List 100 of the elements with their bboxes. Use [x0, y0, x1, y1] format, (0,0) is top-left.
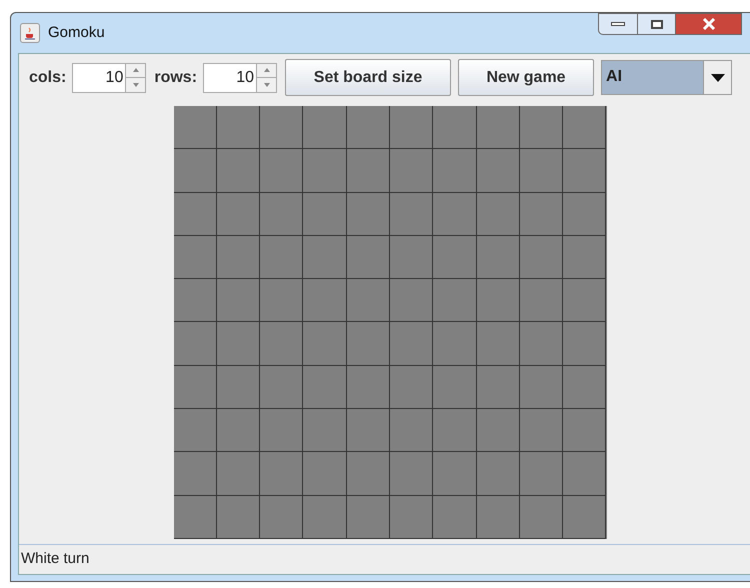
board-cell[interactable] [260, 409, 304, 452]
board-cell[interactable] [520, 149, 564, 193]
board-cell[interactable] [216, 366, 260, 410]
board-cell[interactable] [303, 279, 347, 322]
board-cell[interactable] [303, 452, 347, 496]
board-cell[interactable] [476, 452, 520, 496]
board-cell[interactable] [303, 496, 347, 539]
board-cell[interactable] [346, 366, 390, 410]
board-cell[interactable] [563, 409, 606, 452]
board-cell[interactable] [303, 192, 347, 236]
board-cell[interactable] [260, 279, 304, 322]
board-cell[interactable] [303, 366, 347, 410]
board-cell[interactable] [390, 192, 434, 236]
board-cell[interactable] [520, 236, 564, 280]
board-cell[interactable] [174, 192, 217, 236]
board-cell[interactable] [563, 322, 606, 366]
board-cell[interactable] [520, 192, 564, 236]
board-cell[interactable] [174, 106, 217, 150]
board-cell[interactable] [260, 106, 304, 150]
board-cell[interactable] [433, 279, 477, 322]
board-cell[interactable] [520, 279, 564, 322]
mode-dropdown[interactable]: AI [601, 60, 732, 95]
board-cell[interactable] [303, 106, 347, 150]
board-cell[interactable] [260, 322, 304, 366]
board-cell[interactable] [476, 496, 520, 539]
board-cell[interactable] [433, 496, 477, 539]
board-cell[interactable] [563, 236, 606, 280]
board-cell[interactable] [174, 149, 217, 193]
board-cell[interactable] [260, 452, 304, 496]
board-cell[interactable] [216, 452, 260, 496]
board-cell[interactable] [433, 452, 477, 496]
board-cell[interactable] [476, 322, 520, 366]
board-cell[interactable] [390, 279, 434, 322]
board-cell[interactable] [174, 366, 217, 410]
board-cell[interactable] [303, 322, 347, 366]
board-cell[interactable] [563, 192, 606, 236]
board-cell[interactable] [174, 279, 217, 322]
board-cell[interactable] [390, 106, 434, 150]
board-cell[interactable] [174, 496, 217, 539]
close-button[interactable] [676, 13, 742, 35]
board-cell[interactable] [390, 452, 434, 496]
board-cell[interactable] [433, 106, 477, 150]
board-cell[interactable] [433, 192, 477, 236]
board-cell[interactable] [346, 322, 390, 366]
board-cell[interactable] [216, 149, 260, 193]
board-cell[interactable] [390, 322, 434, 366]
board-cell[interactable] [433, 322, 477, 366]
board-cell[interactable] [476, 106, 520, 150]
toolbar-button[interactable]: New game [458, 59, 594, 96]
board-cell[interactable] [260, 496, 304, 539]
board-cell[interactable] [346, 279, 390, 322]
board-cell[interactable] [346, 192, 390, 236]
board-cell[interactable] [476, 366, 520, 410]
board-cell[interactable] [303, 149, 347, 193]
board-cell[interactable] [303, 409, 347, 452]
board-cell[interactable] [520, 409, 564, 452]
board-cell[interactable] [433, 149, 477, 193]
board-cell[interactable] [520, 106, 564, 150]
board-cell[interactable] [390, 236, 434, 280]
board-cell[interactable] [174, 236, 217, 280]
board-cell[interactable] [346, 409, 390, 452]
board-cell[interactable] [563, 279, 606, 322]
board-cell[interactable] [433, 236, 477, 280]
board-cell[interactable] [390, 409, 434, 452]
board-cell[interactable] [216, 409, 260, 452]
board-cell[interactable] [346, 106, 390, 150]
board-cell[interactable] [174, 322, 217, 366]
board-cell[interactable] [346, 236, 390, 280]
board-cell[interactable] [520, 322, 564, 366]
number-spinner[interactable]: 10 [203, 62, 278, 92]
board-cell[interactable] [563, 366, 606, 410]
board-cell[interactable] [520, 496, 564, 539]
board-cell[interactable] [520, 452, 564, 496]
board-cell[interactable] [260, 192, 304, 236]
board-cell[interactable] [476, 409, 520, 452]
maximize-button[interactable] [638, 13, 676, 35]
board-cell[interactable] [216, 496, 260, 539]
board-cell[interactable] [390, 149, 434, 193]
board-cell[interactable] [346, 149, 390, 193]
board-cell[interactable] [216, 236, 260, 280]
board-cell[interactable] [303, 236, 347, 280]
board-cell[interactable] [216, 322, 260, 366]
board-cell[interactable] [260, 366, 304, 410]
board-cell[interactable] [476, 192, 520, 236]
board-cell[interactable] [216, 106, 260, 150]
board-cell[interactable] [174, 409, 217, 452]
board-cell[interactable] [563, 452, 606, 496]
minimize-button[interactable] [598, 13, 638, 35]
board-cell[interactable] [563, 496, 606, 539]
board-cell[interactable] [476, 149, 520, 193]
toolbar-button[interactable]: Set board size [285, 59, 452, 96]
board-cell[interactable] [476, 279, 520, 322]
board-cell[interactable] [390, 366, 434, 410]
board-cell[interactable] [390, 496, 434, 539]
board-cell[interactable] [216, 192, 260, 236]
board-cell[interactable] [260, 236, 304, 280]
board-cell[interactable] [216, 279, 260, 322]
board-cell[interactable] [433, 409, 477, 452]
board-cell[interactable] [174, 452, 217, 496]
board-cell[interactable] [520, 366, 564, 410]
